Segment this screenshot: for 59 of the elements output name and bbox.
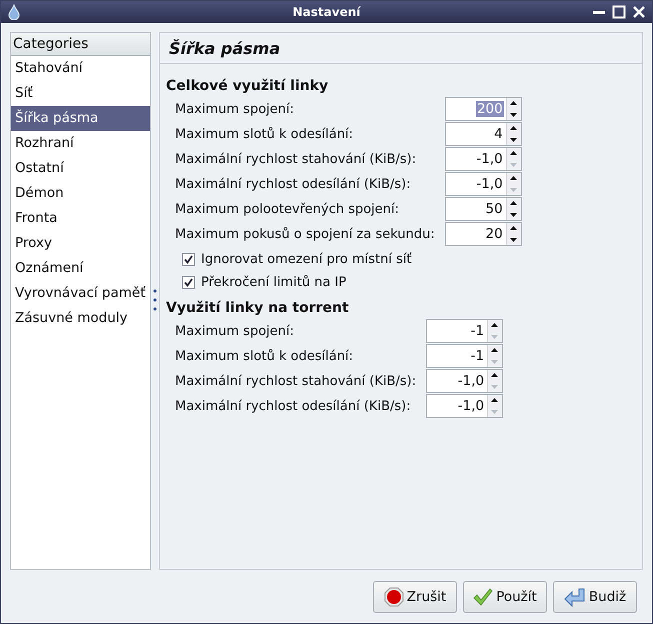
category-item[interactable]: Ostatní [11,156,150,181]
spin-box[interactable]: 4 [444,122,522,146]
field-label: Maximum pokusů o spojení za sekundu: [175,226,435,242]
checkbox[interactable] [182,253,195,266]
checkbox[interactable] [182,276,195,289]
field-value: -1,0 [475,176,504,192]
spin-box[interactable]: -1,0 [444,147,522,171]
splitter-handle[interactable] [153,288,157,312]
page-title: Šířka pásma [169,38,280,58]
ok-button[interactable]: Budiž [553,580,637,612]
spin-box[interactable]: -1,0 [426,394,504,418]
maximize-icon[interactable] [612,5,626,19]
category-item[interactable]: Démon [11,181,150,206]
window-title: Nastavení [292,5,362,19]
spin-box[interactable]: -1,0 [426,369,504,393]
field-label: Maximum slotů k odesílání: [175,348,354,364]
stop-sign-icon [384,586,404,606]
group-title: Celkové využití linky [166,78,330,94]
category-item[interactable]: Fronta [11,206,150,231]
field-label: Maximum spojení: [175,102,296,116]
return-arrow-icon [564,586,586,606]
check-mark-icon [473,586,494,606]
field-label: Maximální rychlost odesílání (KiB/s): [175,398,412,414]
category-item[interactable]: Síť [11,81,150,106]
spin-box[interactable]: 20 [444,222,522,246]
category-item[interactable]: Stahování [11,56,150,81]
group-title: Využití linky na torrent [166,300,350,316]
field-value: -1,0 [456,373,486,389]
spin-box[interactable]: -1,0 [444,172,522,196]
field-label: Maximum slotů k odesílání: [175,126,354,142]
spin-box[interactable]: 50 [444,197,522,221]
checkbox-label: Ignorovat omezení pro místní síť [201,252,412,267]
category-item[interactable]: Oznámení [11,256,150,281]
spin-box[interactable]: -1 [426,319,504,343]
list-header: Categories [11,33,150,56]
category-item[interactable]: Vyrovnávací paměť [11,281,150,306]
field-label: Maximální rychlost odesílání (KiB/s): [175,176,412,192]
field-value: -1 [470,348,486,364]
field-value: 50 [484,201,504,217]
field-value: -1,0 [456,398,486,414]
field-label: Maximální rychlost stahování (KiB/s): [175,374,416,388]
category-item[interactable]: Šířka pásma [11,106,150,131]
checkbox-label: Překročení limitů na IP [201,275,346,290]
field-label: Maximum polootevřených spojení: [175,202,400,216]
field-value: -1 [470,323,486,339]
cancel-button[interactable]: Zrušit [373,580,457,612]
category-item[interactable]: Zásuvné moduly [11,306,150,331]
category-item[interactable]: Rozhraní [11,131,150,156]
drop-icon [7,4,21,20]
close-icon[interactable] [632,5,646,19]
field-value: 4 [493,126,504,142]
field-label: Maximum spojení: [175,324,296,338]
field-label: Maximální rychlost stahování (KiB/s): [175,152,418,166]
field-value: 200 [476,101,504,117]
spin-box[interactable]: -1 [426,344,504,368]
category-item[interactable]: Proxy [11,231,150,256]
field-value: 20 [484,226,504,242]
field-value: -1,0 [475,151,504,167]
apply-button[interactable]: Použít [463,580,547,612]
